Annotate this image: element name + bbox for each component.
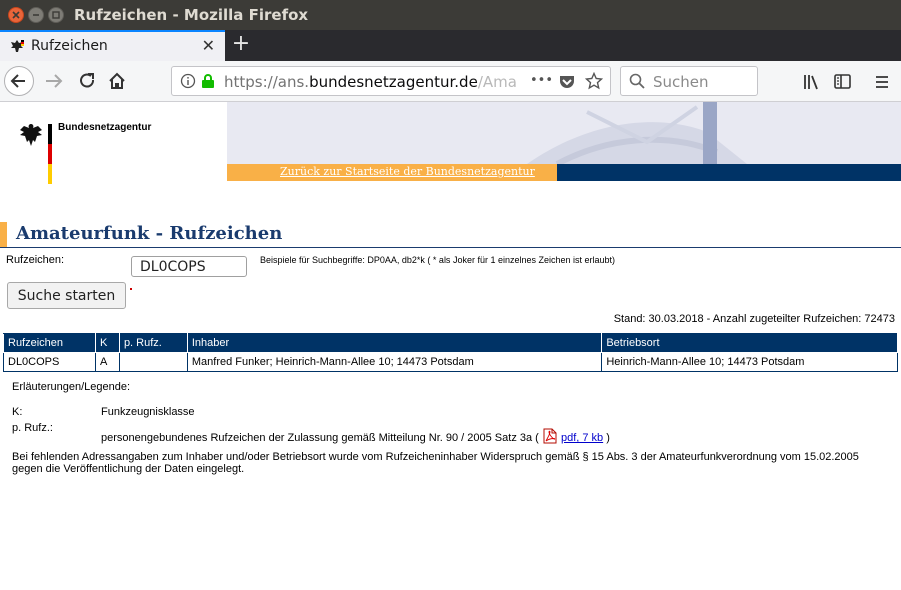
banner-graphic-icon [527,105,747,167]
table-header-row: Rufzeichen K p. Rufz. Inhaber Betriebsor… [3,333,898,353]
cell-callsign: DL0COPS [3,352,96,372]
privacy-note: Bei fehlenden Adressangaben zum Inhaber … [12,451,859,475]
page-content: Bundesnetzagentur Zurück zur Startseite … [0,102,901,590]
column-header: Rufzeichen [3,333,96,353]
arrow-right-icon [46,74,63,88]
info-icon[interactable] [180,73,196,89]
home-button[interactable] [102,66,132,96]
legend-k-label: K: [12,406,23,418]
tab-strip: Rufzeichen ✕ + [0,30,901,61]
back-to-home-link[interactable]: Zurück zur Startseite der Bundesnetzagen… [280,164,535,180]
reload-icon [80,73,94,88]
org-name: Bundesnetzagentur [58,122,152,133]
bookmark-star-icon[interactable] [585,72,603,90]
url-bar[interactable]: https://ans.bundesnetzagentur.de/Ama ••• [171,66,611,96]
search-placeholder: Suchen [653,73,709,91]
eagle-favicon-icon [11,40,24,52]
window-maximize-button[interactable] [48,7,64,23]
window-close-button[interactable] [8,7,24,23]
legend-p-value: personengebundenes Rufzeichen der Zulass… [101,428,610,444]
column-header: Betriebsort [601,333,898,353]
search-hint: Beispiele für Suchbegriffe: DP0AA, db2*k… [260,255,616,265]
flag-icon [48,124,52,184]
lock-icon[interactable] [201,73,215,89]
url-text[interactable]: https://ans.bundesnetzagentur.de/Ama [224,73,524,91]
cell-class: A [94,352,120,372]
cell-location: Heinrich-Mann-Allee 10; 14473 Potsdam [601,352,898,372]
federal-eagle-icon [20,124,42,146]
banner-stripe [703,102,717,164]
new-tab-button[interactable]: + [229,33,253,57]
menu-icon[interactable] [872,72,892,92]
window-title: Rufzeichen - Mozilla Firefox [74,6,309,24]
sidebar-icon[interactable] [833,72,853,92]
back-button[interactable] [4,66,34,96]
navigation-toolbar: https://ans.bundesnetzagentur.de/Ama •••… [0,61,901,102]
heading-accent [0,222,7,247]
page-title: Amateurfunk - Rufzeichen [16,223,283,244]
column-header: p. Rufz. [118,333,188,353]
window-minimize-button[interactable] [28,7,44,23]
tab-title: Rufzeichen [31,38,108,54]
minimize-icon [33,14,39,16]
arrow-left-icon [10,74,25,88]
heading-divider [0,247,901,248]
pocket-icon[interactable] [558,74,576,90]
forward-button[interactable] [40,66,70,96]
header-banner-image [227,102,901,167]
cell-personal-callsign [118,352,188,372]
search-submit-button[interactable]: Suche starten [7,282,126,309]
reload-button[interactable] [72,66,102,96]
legend-title: Erläuterungen/Legende: [12,381,131,393]
cell-holder: Manfred Funker; Heinrich-Mann-Allee 10; … [186,352,603,372]
header-blue-bar [557,164,901,181]
legend-p-text: personengebundenes Rufzeichen der Zulass… [101,432,539,444]
search-icon [629,73,645,89]
pdf-link[interactable]: pdf, 7 kb [561,432,603,444]
tab-rufzeichen[interactable]: Rufzeichen ✕ [0,30,225,61]
close-icon [12,11,20,19]
home-icon [109,72,125,89]
search-bar[interactable]: Suchen [620,66,758,96]
tab-close-icon[interactable]: ✕ [202,38,215,54]
window-titlebar: Rufzeichen - Mozilla Firefox [0,0,901,30]
legend-k-value: Funkzeugnisklasse [101,406,195,418]
legend-p-label: p. Rufz.: [12,422,53,434]
table-row: DL0COPS A Manfred Funker; Heinrich-Mann-… [3,352,898,372]
legend-p-close: ) [606,432,610,444]
page-actions-icon[interactable]: ••• [530,73,553,88]
column-header: Inhaber [186,333,603,353]
callsign-input[interactable] [131,256,247,277]
callsign-label: Rufzeichen: [6,254,65,266]
column-header: K [94,333,120,353]
data-status: Stand: 30.03.2018 - Anzahl zugeteilter R… [613,313,895,325]
maximize-icon [52,11,60,19]
library-icon[interactable] [802,72,822,92]
marker-dot [130,288,132,290]
pdf-icon[interactable] [543,428,557,444]
results-table: Rufzeichen K p. Rufz. Inhaber Betriebsor… [3,333,898,372]
